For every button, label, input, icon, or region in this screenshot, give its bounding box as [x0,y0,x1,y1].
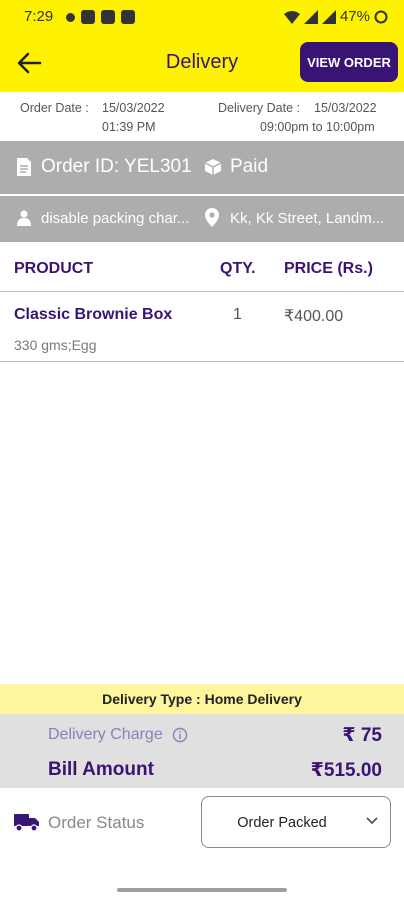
product-price: ₹400.00 [284,308,344,325]
order-status-dropdown[interactable]: Order Packed [201,796,391,848]
notification-app-icon [81,10,95,24]
order-note: disable packing char... [41,210,190,227]
notification-dot-icon [66,12,75,22]
customer-info-row: disable packing char... Kk, Kk Street, L… [0,196,404,242]
header-product: PRODUCT [14,260,94,277]
product-table-header: PRODUCT QTY. PRICE (Rs.) [0,244,404,292]
order-time-value: 01:39 PM [102,120,156,134]
location-pin-icon [205,208,219,227]
signal-icon [303,9,318,24]
order-id: Order ID: YEL301 [41,156,192,177]
notification-app3-icon [121,10,135,24]
notification-icons [66,9,135,25]
order-status-row: Order Status Order Packed [0,788,404,858]
status-time: 7:29 [24,8,54,25]
table-row: Classic Brownie Box 330 gms;Egg 1 ₹400.0… [0,292,404,362]
truck-icon [14,814,39,832]
order-id-row: Order ID: YEL301 Paid [0,141,404,195]
delivery-charge-value: ₹ 75 [342,725,382,746]
order-date-value: 15/03/2022 [102,101,165,115]
person-icon [17,210,31,226]
notification-app2-icon [101,10,115,24]
status-right: 47% [283,8,388,25]
signal2-icon [321,9,336,24]
delivery-date-label: Delivery Date : [218,101,300,115]
status-bar: 7:29 47% [0,0,404,34]
view-order-button[interactable]: VIEW ORDER [300,42,398,82]
bill-summary: Delivery Charge ₹ 75 Bill Amount ₹515.00 [0,714,404,788]
header-price: PRICE (Rs.) [284,260,373,277]
product-qty: 1 [233,306,242,323]
chevron-down-icon [366,817,378,825]
header-qty: QTY. [220,260,256,277]
delivery-date-value: 15/03/2022 [314,101,377,115]
order-status-selected: Order Packed [237,815,327,831]
gesture-bar [117,888,287,892]
receipt-icon [17,158,31,176]
bill-amount-value: ₹515.00 [310,760,382,781]
product-name: Classic Brownie Box [14,306,173,323]
package-icon [204,159,222,175]
delivery-type-banner: Delivery Type : Home Delivery [0,684,404,714]
delivery-address: Kk, Kk Street, Landm... [230,210,385,227]
info-icon[interactable] [172,727,188,743]
app-bar: Delivery VIEW ORDER [0,34,404,92]
battery-percent: 47% [339,8,370,25]
order-date-label: Order Date : [20,101,89,115]
delivery-charge-label: Delivery Charge [48,726,163,743]
order-dates: Order Date : 15/03/2022 01:39 PM Deliver… [0,92,404,142]
product-description: 330 gms;Egg [14,337,97,353]
bill-amount-label: Bill Amount [48,759,154,780]
payment-status: Paid [230,156,269,177]
order-status-label: Order Status [48,813,145,832]
battery-icon [374,10,388,23]
wifi-icon [283,10,300,24]
delivery-window-value: 09:00pm to 10:00pm [260,120,375,134]
